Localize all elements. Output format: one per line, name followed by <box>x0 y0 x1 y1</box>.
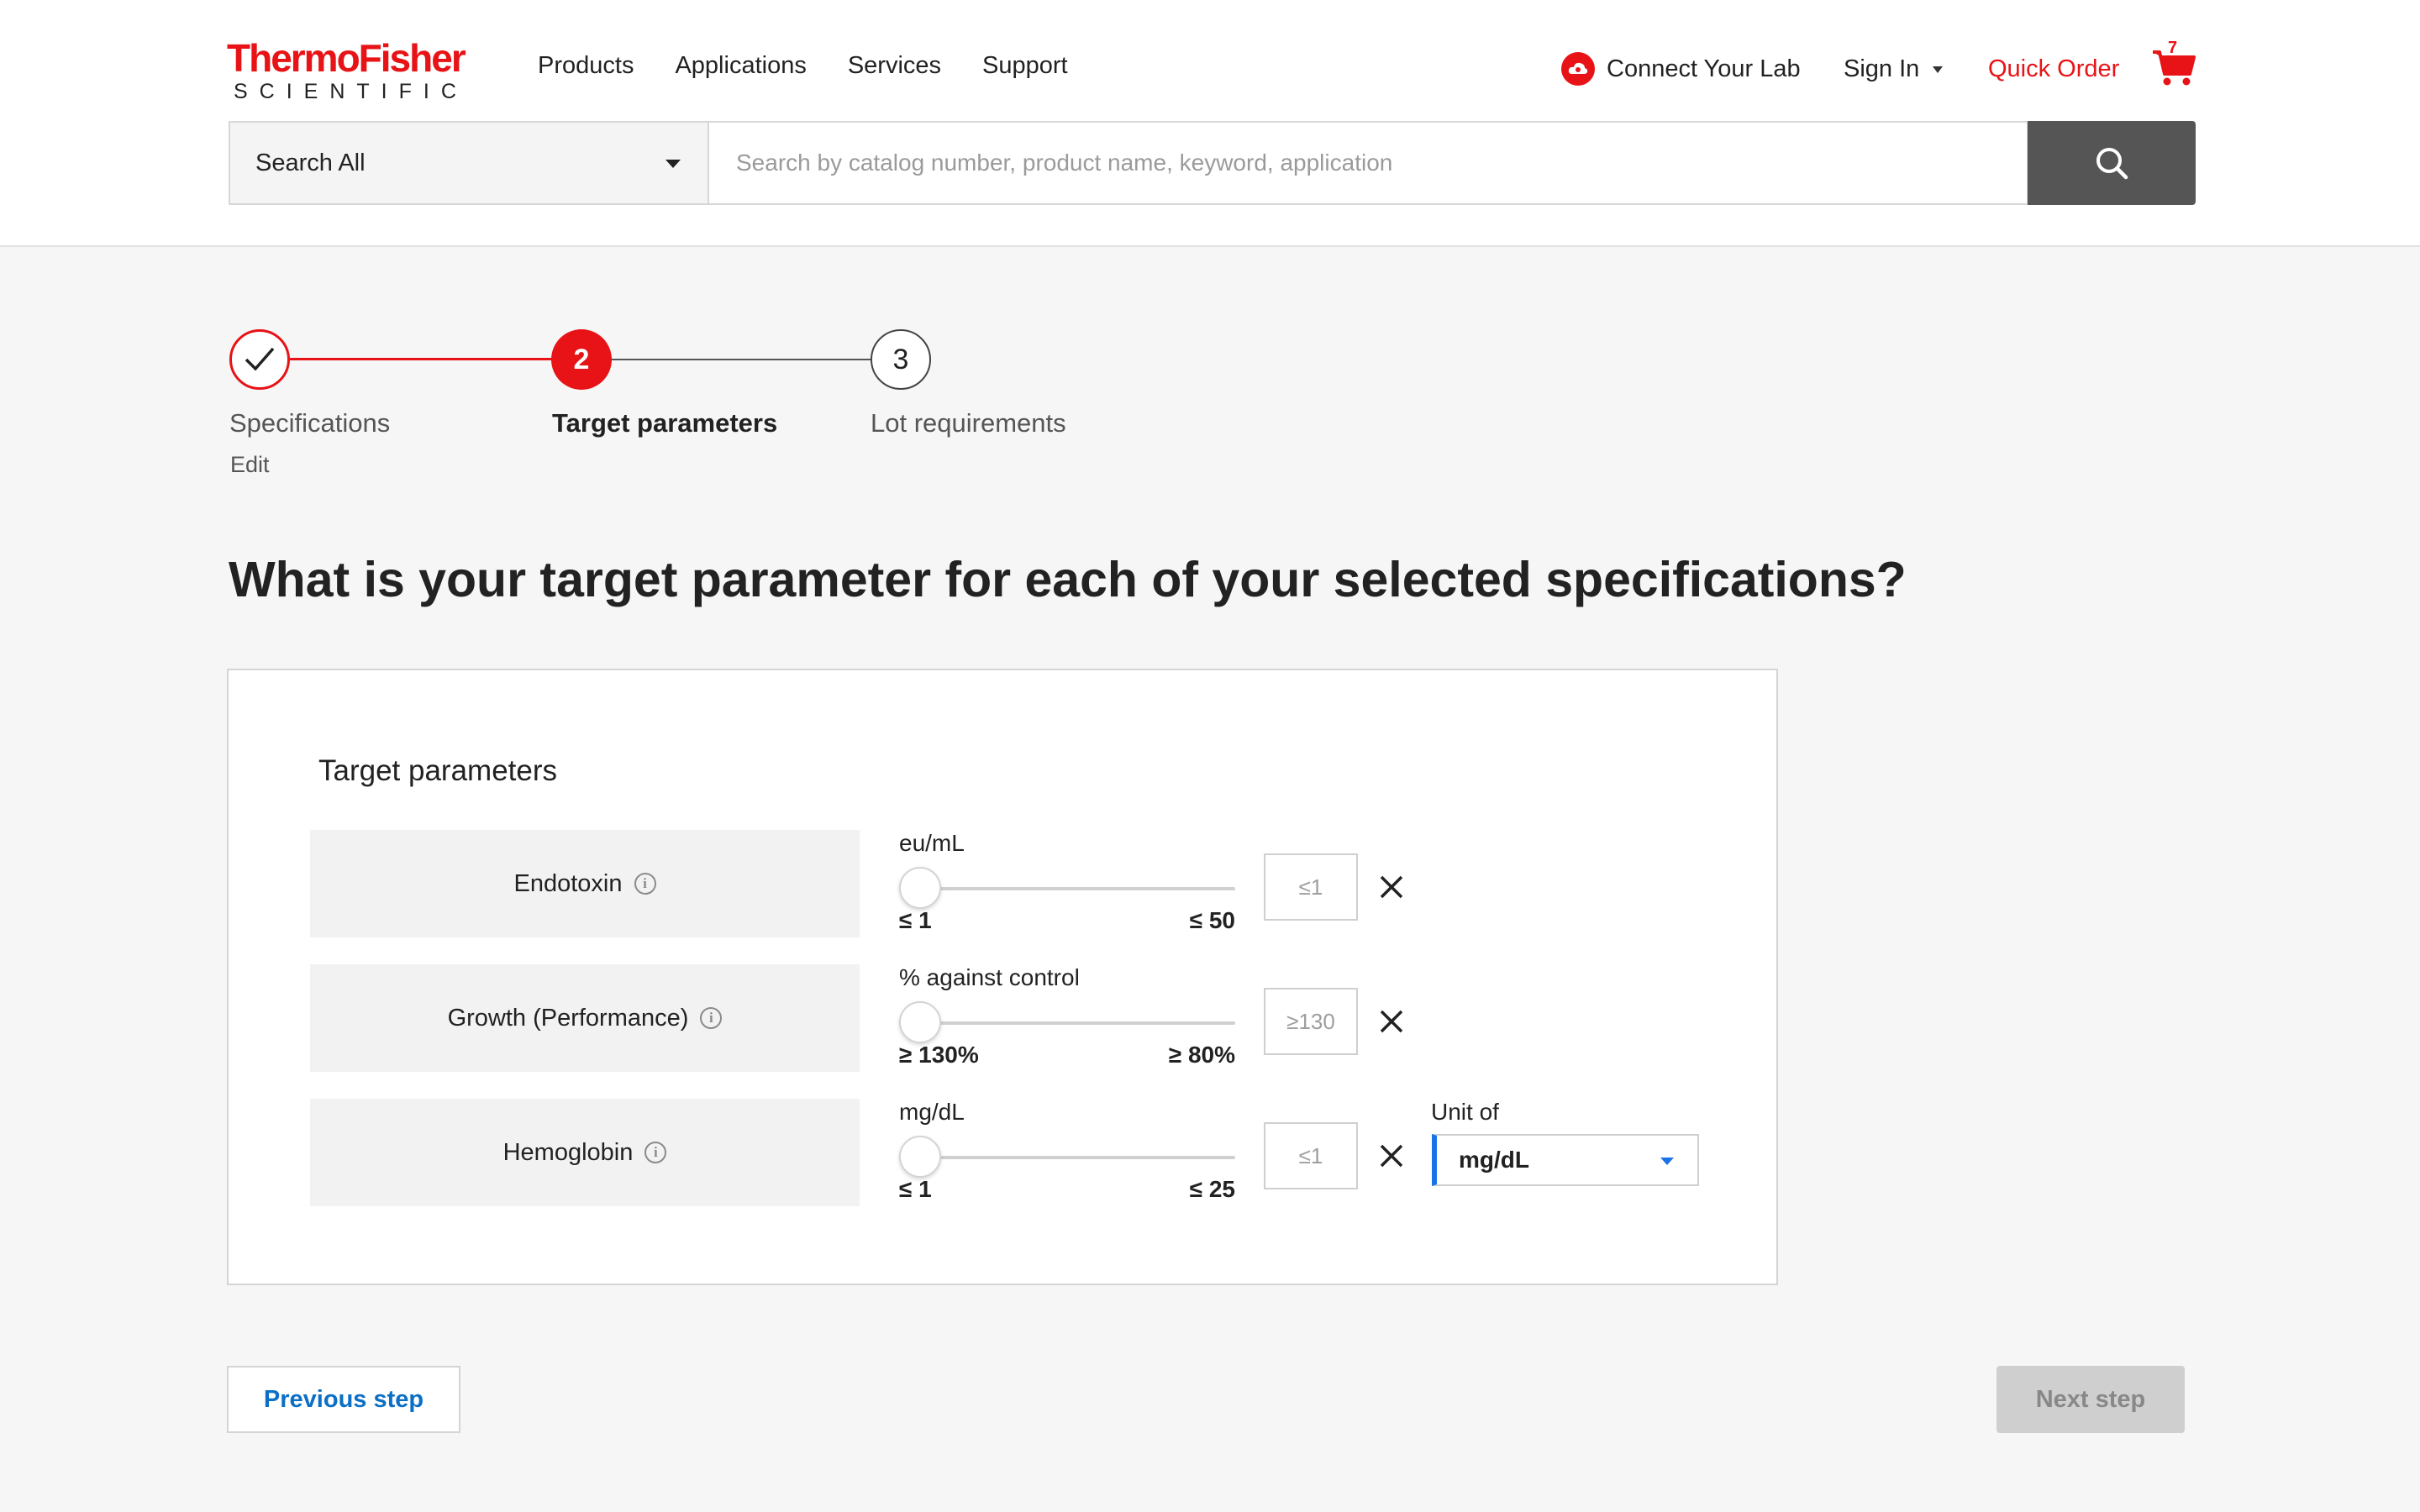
quick-order-link[interactable]: Quick Order <box>1988 50 2119 87</box>
cart-count-badge: 7 <box>2168 39 2178 57</box>
step-1-label: Specifications <box>229 408 391 438</box>
slider-track <box>899 1021 1235 1025</box>
slider-min-label: ≥ 130% <box>899 1042 979 1068</box>
slider-min-label: ≤ 1 <box>899 907 932 933</box>
parameter-unit-label: % against control <box>899 964 1080 990</box>
parameter-row-hemoglobin: Hemoglobin i mg/dL ≤ 1 ≤ 25 Unit of mg/d… <box>229 1099 1776 1208</box>
connect-lab-label: Connect Your Lab <box>1607 55 1801 82</box>
connect-lab-icon <box>1561 52 1595 86</box>
nav-products[interactable]: Products <box>538 52 634 80</box>
unit-of-value: mg/dL <box>1459 1147 1529 1173</box>
nav-support[interactable]: Support <box>982 52 1068 80</box>
parameter-unit-label: eu/mL <box>899 830 965 856</box>
step-3-circle: 3 <box>871 329 931 390</box>
parameter-name: Growth (Performance) <box>447 1004 689 1032</box>
slider-min-label: ≤ 1 <box>899 1176 932 1202</box>
search-button[interactable] <box>2028 121 2196 205</box>
connect-your-lab-link[interactable]: Connect Your Lab <box>1561 50 1801 87</box>
remove-parameter-button[interactable] <box>1375 870 1408 904</box>
info-icon[interactable]: i <box>644 1142 667 1163</box>
hemoglobin-slider[interactable] <box>899 1134 1235 1181</box>
previous-step-button[interactable]: Previous step <box>227 1366 460 1433</box>
parameter-name: Hemoglobin <box>502 1138 634 1166</box>
nav-services[interactable]: Services <box>848 52 941 80</box>
info-icon[interactable]: i <box>634 873 656 895</box>
parameter-row-growth: Growth (Performance) i % against control… <box>229 964 1776 1074</box>
search-bar: Search All <box>229 121 2196 205</box>
slider-track <box>899 887 1235 890</box>
search-scope-select[interactable]: Search All <box>229 121 708 205</box>
slider-max-label: ≤ 25 <box>1189 1176 1235 1202</box>
edit-specifications-link[interactable]: Edit <box>230 452 270 478</box>
sign-in-menu[interactable]: Sign In <box>1844 50 1944 87</box>
parameter-name-box: Endotoxin i <box>310 830 860 937</box>
slider-max-label: ≤ 50 <box>1189 907 1235 933</box>
target-parameters-card: Target parameters Endotoxin i eu/mL ≤ 1 … <box>227 669 1778 1285</box>
step-2-circle: 2 <box>551 329 612 390</box>
checkmark-icon <box>245 347 275 371</box>
close-icon <box>1380 1010 1403 1033</box>
remove-parameter-button[interactable] <box>1375 1005 1408 1038</box>
step-2-label: Target parameters <box>552 408 778 438</box>
page-question-heading: What is your target parameter for each o… <box>229 552 1907 607</box>
parameter-name-box: Growth (Performance) i <box>310 964 860 1072</box>
card-title: Target parameters <box>318 754 558 787</box>
parameter-name-box: Hemoglobin i <box>310 1099 860 1206</box>
slider-max-label: ≥ 80% <box>1168 1042 1235 1068</box>
search-input[interactable] <box>708 121 2028 205</box>
close-icon <box>1380 875 1403 899</box>
step-1-complete-circle <box>229 329 290 390</box>
parameter-row-endotoxin: Endotoxin i eu/mL ≤ 1 ≤ 50 <box>229 830 1776 939</box>
slider-handle[interactable] <box>899 1001 941 1043</box>
unit-of-select[interactable]: mg/dL <box>1432 1134 1699 1186</box>
logo-wordmark: ThermoFisher <box>227 36 466 80</box>
growth-value-input[interactable] <box>1264 988 1358 1055</box>
logo-subtitle: SCIENTIFIC <box>234 80 468 103</box>
slider-handle[interactable] <box>899 867 941 909</box>
slider-track <box>899 1156 1235 1159</box>
close-icon <box>1380 1144 1403 1168</box>
growth-slider[interactable] <box>899 1000 1235 1047</box>
next-step-button[interactable]: Next step <box>1996 1366 2185 1433</box>
nav-applications[interactable]: Applications <box>675 52 806 80</box>
sign-in-label: Sign In <box>1844 55 1920 82</box>
step-3-label: Lot requirements <box>871 408 1066 438</box>
site-header: ThermoFisher SCIENTIFIC Products Applica… <box>0 0 2420 247</box>
chevron-down-icon <box>1660 1158 1674 1165</box>
stepper-line-complete <box>290 358 552 360</box>
search-icon <box>2096 148 2128 180</box>
hemoglobin-value-input[interactable] <box>1264 1122 1358 1189</box>
endotoxin-slider[interactable] <box>899 865 1235 912</box>
stepper-line-upcoming <box>611 359 871 360</box>
thermo-fisher-logo[interactable]: ThermoFisher SCIENTIFIC <box>227 37 479 102</box>
chevron-down-icon <box>1933 66 1944 73</box>
parameter-name: Endotoxin <box>513 869 623 897</box>
chevron-down-icon <box>666 160 681 168</box>
search-scope-value: Search All <box>255 149 366 176</box>
main-nav: Products Applications Services Support <box>538 52 1068 80</box>
remove-parameter-button[interactable] <box>1375 1139 1408 1173</box>
slider-handle[interactable] <box>899 1136 941 1178</box>
endotoxin-value-input[interactable] <box>1264 853 1358 921</box>
unit-of-label: Unit of <box>1431 1099 1499 1125</box>
info-icon[interactable]: i <box>700 1007 723 1029</box>
parameter-unit-label: mg/dL <box>899 1099 965 1125</box>
